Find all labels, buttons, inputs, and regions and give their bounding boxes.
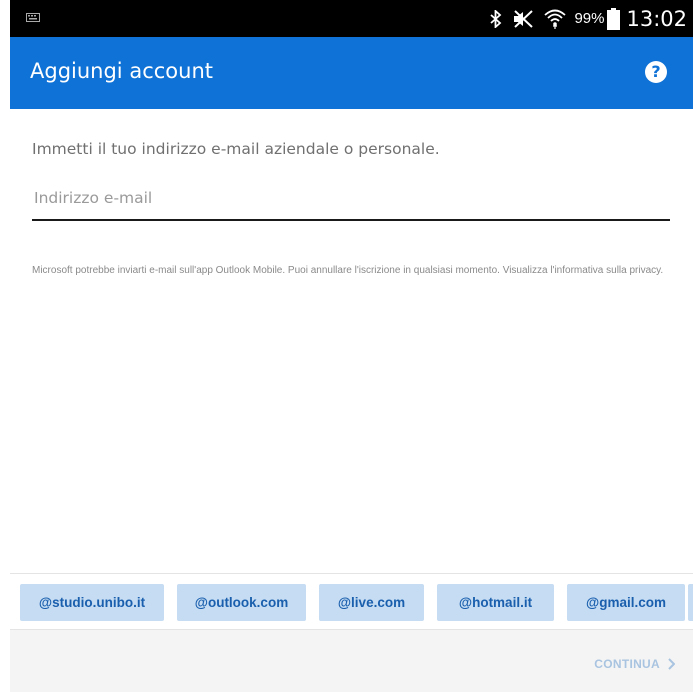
domain-chip-hotmail[interactable]: @hotmail.it xyxy=(437,584,554,621)
status-bar: 99% 13:02 xyxy=(10,0,693,37)
instruction-text: Immetti il tuo indirizzo e-mail aziendal… xyxy=(32,140,440,158)
clock: 13:02 xyxy=(626,6,687,31)
domain-suggestions-bar: @studio.unibo.it @outlook.com @live.com … xyxy=(10,573,693,629)
bluetooth-icon xyxy=(490,9,502,28)
battery-icon xyxy=(607,7,621,30)
chevron-right-icon xyxy=(668,658,675,670)
domain-chip-studio-unibo[interactable]: @studio.unibo.it xyxy=(20,584,164,621)
domain-chip-gmail[interactable]: @gmail.com xyxy=(567,584,685,621)
help-icon[interactable]: ? xyxy=(645,61,667,83)
wifi-icon xyxy=(544,9,567,29)
domain-chip-outlook[interactable]: @outlook.com xyxy=(177,584,306,621)
battery-percent: 99% xyxy=(574,10,605,27)
page-title: Aggiungi account xyxy=(30,59,213,83)
continue-button[interactable]: CONTINUA xyxy=(594,657,675,671)
domain-chip-live[interactable]: @live.com xyxy=(319,584,424,621)
privacy-notice: Microsoft potrebbe inviarti e-mail sull'… xyxy=(32,265,664,276)
email-field[interactable] xyxy=(32,181,670,221)
continue-label: CONTINUA xyxy=(594,657,660,671)
left-margin xyxy=(0,0,10,691)
footer-bar: CONTINUA xyxy=(10,629,693,692)
domain-chip-partial[interactable] xyxy=(688,584,693,621)
mute-icon xyxy=(514,9,534,28)
app-bar: Aggiungi account ? xyxy=(10,37,693,109)
keyboard-icon xyxy=(26,13,40,22)
